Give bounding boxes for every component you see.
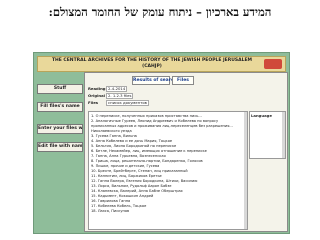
- document-text-area[interactable]: 1. О переписке, полученных приказов прис…: [88, 111, 248, 230]
- text-line: 17. Кобелева Кобель, Тоцкое: [91, 204, 147, 208]
- field-row: Files список документов: [88, 100, 149, 106]
- text-line: 2. Аналогичные Гуреев, Леонид Андреевич …: [91, 119, 219, 123]
- text-line: 3. Гусева Ганна, Вильна: [91, 134, 137, 138]
- field-value[interactable]: список документов: [106, 100, 149, 106]
- text-line: прописанных адресов и проживания лиц-пер…: [91, 124, 233, 128]
- main-panel: Results of search Files Reading 2-4-2014 …: [84, 72, 288, 232]
- text-line: 11. Канпитим, лиц, Баржиков Еретье: [91, 174, 162, 178]
- logo-icon: [264, 59, 282, 69]
- field-label: Original: [88, 93, 105, 98]
- language-label: Language: [251, 113, 272, 118]
- sidebar: Stuff Fill files's name Enter your files…: [37, 72, 83, 230]
- text-line: 5. Бельгия, Лиона Бородкиной по переписк…: [91, 144, 177, 148]
- scrollbar[interactable]: [244, 112, 247, 229]
- archive-banner: THE CENTRAL ARCHIVES FOR THE HISTORY OF …: [37, 56, 286, 72]
- language-box[interactable]: Language: [249, 111, 286, 159]
- text-line: 10. Брехте, Брейтберге, Степан, лиц прик…: [91, 169, 188, 173]
- field-value[interactable]: 2-4-2014: [106, 86, 128, 92]
- text-line: 15. Кадьмент, Кокошкин Андрей: [91, 194, 154, 198]
- edit-file-button[interactable]: Edit file with name: [37, 142, 83, 152]
- text-line: 14. Кланевска, Валерий, Анна Бабзе Оберш…: [91, 189, 183, 193]
- fill-files-button[interactable]: Fill files's name: [37, 102, 83, 112]
- enter-files-button[interactable]: Enter your files with: [37, 124, 83, 134]
- text-line: 9. Пишке, прочие и детские, Гусева: [91, 164, 160, 168]
- archive-screenshot: THE CENTRAL ARCHIVES FOR THE HISTORY OF …: [33, 52, 290, 234]
- text-line: 12. Ганна Валера, Евгения Бородкина, Шти…: [91, 179, 198, 183]
- scrollbar[interactable]: [282, 112, 285, 158]
- text-line: Николаевского уезда: [91, 129, 132, 133]
- field-label: Reading: [88, 86, 106, 91]
- stuff-button[interactable]: Stuff: [37, 84, 83, 94]
- text-line: 6. Бетле, Нехамейер, лиц, имеющих отноше…: [91, 149, 207, 153]
- text-line: 7. Ганна, Анна Гурьевна, Вознесенская: [91, 154, 166, 158]
- text-line: 16. Гаврилова Ганна: [91, 199, 131, 203]
- field-value[interactable]: 2. 1.2.3 files: [106, 93, 134, 99]
- field-row: Reading 2-4-2014: [88, 86, 128, 92]
- field-label: Files: [88, 100, 99, 105]
- text-line: 8. Гриша, лица, решительно-партии, Бонда…: [91, 159, 203, 163]
- text-line: 4. Анна Кобелева и ее дочь Мария, Тоцкое: [91, 139, 173, 143]
- tab-results-of-search[interactable]: Results of search: [132, 76, 177, 85]
- text-line: 18. Лаэса, Пискунов: [91, 209, 130, 213]
- banner-title: THE CENTRAL ARCHIVES FOR THE HISTORY OF …: [51, 58, 253, 69]
- field-row: Original 2. 1.2.3 files: [88, 93, 134, 99]
- text-line: 1. О переписке, полученных приказов прис…: [91, 114, 202, 118]
- text-line: 13. Лорса, Вильном, Рудольф Аарон Бабзе: [91, 184, 172, 188]
- slide-title: המידע בארכיון – ניתוח עומק של החומר המצו…: [48, 5, 272, 19]
- tab-files[interactable]: Files: [172, 76, 194, 85]
